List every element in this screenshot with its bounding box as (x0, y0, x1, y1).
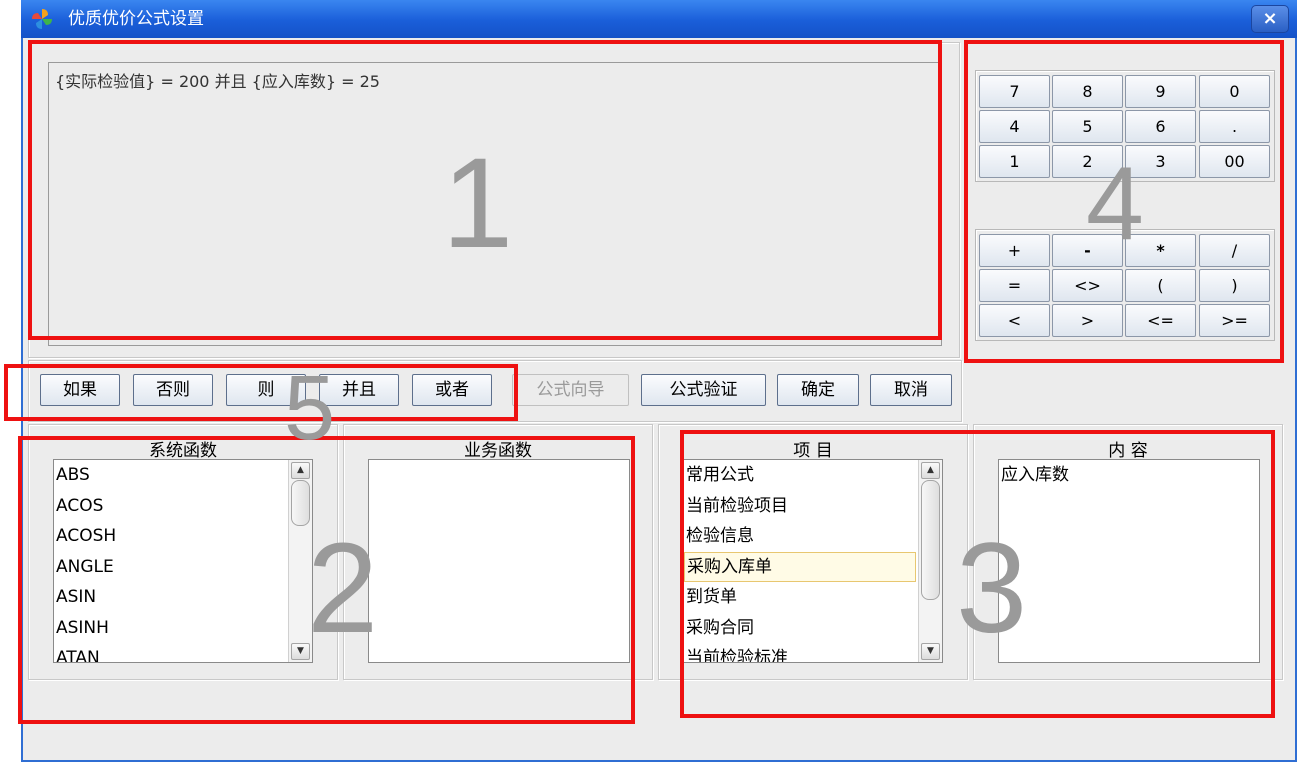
key-7[interactable]: 7 (979, 75, 1050, 108)
close-button[interactable]: × (1251, 5, 1289, 33)
business-functions-header: 业务函数 (464, 441, 532, 461)
list-item[interactable]: 检验信息 (684, 521, 942, 552)
content-header: 内 容 (1108, 441, 1148, 461)
key-less-than[interactable]: < (979, 304, 1050, 337)
system-functions-scrollbar[interactable]: ▲ ▼ (288, 460, 312, 662)
formula-wizard-button[interactable]: 公式向导 (512, 374, 629, 406)
scroll-thumb[interactable] (921, 480, 940, 600)
business-functions-list[interactable] (368, 459, 630, 663)
key-greater-equal[interactable]: >= (1199, 304, 1270, 337)
list-item[interactable]: ASINH (54, 613, 312, 644)
project-list[interactable]: 常用公式 当前检验项目 检验信息 采购入库单 到货单 采购合同 当前检验标准 ▲… (683, 459, 943, 663)
key-8[interactable]: 8 (1052, 75, 1123, 108)
key-5[interactable]: 5 (1052, 110, 1123, 143)
scroll-up-icon[interactable]: ▲ (291, 462, 310, 479)
and-button[interactable]: 并且 (319, 374, 399, 406)
project-header: 项 目 (793, 441, 833, 461)
list-item[interactable]: ABS (54, 460, 312, 491)
key-open-paren[interactable]: ( (1125, 269, 1196, 302)
key-decimal[interactable]: . (1199, 110, 1270, 143)
key-0[interactable]: 0 (1199, 75, 1270, 108)
key-6[interactable]: 6 (1125, 110, 1196, 143)
system-functions-header: 系统函数 (149, 441, 217, 461)
list-item[interactable]: ATAN (54, 643, 312, 662)
key-3[interactable]: 3 (1125, 145, 1196, 178)
key-1[interactable]: 1 (979, 145, 1050, 178)
key-4[interactable]: 4 (979, 110, 1050, 143)
list-item-selected[interactable]: 采购入库单 (684, 551, 916, 582)
list-item[interactable]: ACOSH (54, 521, 312, 552)
list-item[interactable]: 采购合同 (684, 613, 942, 644)
key-2[interactable]: 2 (1052, 145, 1123, 178)
window-title: 优质优价公式设置 (68, 9, 204, 29)
list-item[interactable]: 应入库数 (999, 460, 1259, 491)
key-multiply[interactable]: * (1125, 234, 1196, 267)
key-divide[interactable]: / (1199, 234, 1270, 267)
title-bar[interactable] (21, 0, 1297, 38)
scroll-thumb[interactable] (291, 480, 310, 526)
formula-editor[interactable]: {实际检验值} = 200 并且 {应入库数} = 25 (48, 62, 942, 346)
system-functions-list[interactable]: ABS ACOS ACOSH ANGLE ASIN ASINH ATAN ▲ ▼ (53, 459, 313, 663)
cancel-button[interactable]: 取消 (870, 374, 952, 406)
scroll-up-icon[interactable]: ▲ (921, 462, 940, 479)
list-item[interactable]: ANGLE (54, 552, 312, 583)
then-button[interactable]: 则 (226, 374, 306, 406)
list-item[interactable]: 常用公式 (684, 460, 942, 491)
key-00[interactable]: 00 (1199, 145, 1270, 178)
key-less-equal[interactable]: <= (1125, 304, 1196, 337)
project-scrollbar[interactable]: ▲ ▼ (918, 460, 942, 662)
list-item[interactable]: ASIN (54, 582, 312, 613)
or-button[interactable]: 或者 (412, 374, 492, 406)
key-minus[interactable]: - (1052, 234, 1123, 267)
key-equals[interactable]: = (979, 269, 1050, 302)
key-greater-than[interactable]: > (1052, 304, 1123, 337)
key-9[interactable]: 9 (1125, 75, 1196, 108)
app-pinwheel-icon (30, 7, 54, 31)
list-item[interactable]: 当前检验项目 (684, 491, 942, 522)
scroll-down-icon[interactable]: ▼ (291, 643, 310, 660)
ok-button[interactable]: 确定 (777, 374, 859, 406)
validate-formula-button[interactable]: 公式验证 (641, 374, 766, 406)
list-item[interactable]: 当前检验标准 (684, 643, 942, 662)
scroll-down-icon[interactable]: ▼ (921, 643, 940, 660)
key-close-paren[interactable]: ) (1199, 269, 1270, 302)
list-item[interactable]: ACOS (54, 491, 312, 522)
key-not-equal[interactable]: <> (1052, 269, 1123, 302)
else-button[interactable]: 否则 (133, 374, 213, 406)
list-item[interactable]: 到货单 (684, 582, 942, 613)
if-button[interactable]: 如果 (40, 374, 120, 406)
key-plus[interactable]: + (979, 234, 1050, 267)
content-list[interactable]: 应入库数 (998, 459, 1260, 663)
